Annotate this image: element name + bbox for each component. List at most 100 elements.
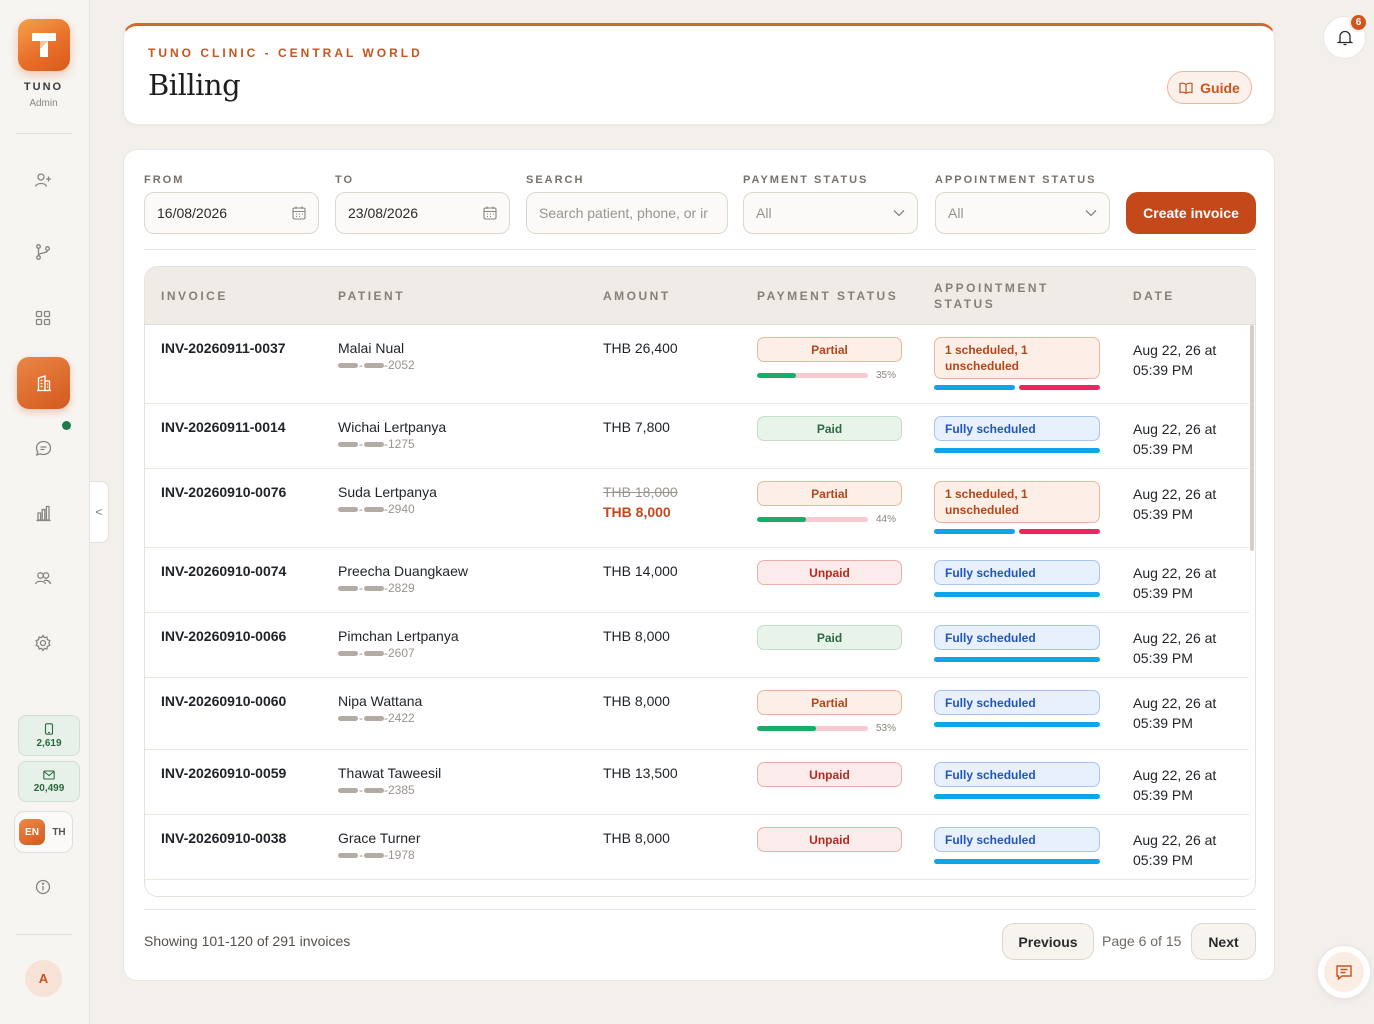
- next-page-button[interactable]: Next: [1191, 923, 1256, 960]
- bar-chart-icon[interactable]: [29, 499, 57, 527]
- invoice-number[interactable]: INV-20260910-0066: [161, 628, 286, 644]
- masked-digits: [338, 585, 358, 591]
- patient-phone: - -1275: [338, 437, 415, 451]
- divider: [144, 249, 1256, 250]
- table-row[interactable]: INV-20260910-0038 Grace Turner - -1978 THB 8…: [145, 815, 1249, 880]
- invoice-number[interactable]: INV-20260910-0076: [161, 484, 286, 500]
- invoice-date: Aug 22, 26 at 05:39 PM: [1133, 628, 1243, 668]
- date-line: Aug 22, 26 at: [1133, 832, 1217, 848]
- patient-name[interactable]: Thawat Taweesil: [338, 765, 441, 781]
- masked-digits: [364, 715, 384, 721]
- masked-digits: [364, 441, 384, 447]
- sms-credits[interactable]: 2,619: [18, 715, 80, 756]
- masked-digits: [364, 650, 384, 656]
- from-date-field[interactable]: 16/08/2026: [144, 192, 319, 234]
- scheduled-bar: [934, 385, 1015, 390]
- appointment-status-badge: Fully scheduled: [934, 827, 1100, 852]
- col-payment-status[interactable]: PAYMENT STATUS: [757, 288, 898, 304]
- search-label: SEARCH: [526, 174, 585, 186]
- payment-status-select[interactable]: All: [743, 192, 918, 234]
- appointment-status-badge: Fully scheduled: [934, 762, 1100, 787]
- table-row[interactable]: INV-20260910-0059 Thawat Taweesil - -2385 TH…: [145, 750, 1249, 815]
- sidebar: TUNO Admin 2,619 20,499 EN TH A: [0, 0, 90, 1024]
- info-icon[interactable]: [29, 873, 57, 901]
- invoice-number[interactable]: INV-20260910-0060: [161, 693, 286, 709]
- support-chat-button[interactable]: [1317, 945, 1371, 999]
- patient-name[interactable]: Suda Lertpanya: [338, 484, 437, 500]
- patient-name[interactable]: Preecha Duangkaew: [338, 563, 468, 579]
- calendar-icon: [483, 206, 497, 220]
- table-row[interactable]: INV-20260911-0014 Wichai Lertpanya - -1275 T…: [145, 404, 1249, 469]
- patient-name[interactable]: Pimchan Lertpanya: [338, 628, 459, 644]
- invoice-amount: THB 8,000: [603, 628, 670, 644]
- col-date[interactable]: DATE: [1133, 288, 1175, 304]
- payment-status-badge: Paid: [757, 625, 902, 650]
- table-row[interactable]: INV-20260910-0060 Nipa Wattana - -2422 THB 8…: [145, 678, 1249, 750]
- invoice-date: Aug 22, 26 at 05:39 PM: [1133, 484, 1243, 524]
- lang-en-button[interactable]: EN: [19, 819, 45, 845]
- invoice-number[interactable]: INV-20260910-0074: [161, 563, 286, 579]
- date-line: Aug 22, 26 at: [1133, 630, 1217, 646]
- time-line: 05:39 PM: [1133, 441, 1193, 457]
- support-chat-inner: [1324, 952, 1364, 992]
- invoice-number[interactable]: INV-20260910-0038: [161, 830, 286, 846]
- appointment-status-badge: Fully scheduled: [934, 690, 1100, 715]
- previous-page-button[interactable]: Previous: [1002, 923, 1094, 960]
- sidebar-collapse-button[interactable]: <: [90, 481, 109, 543]
- tuno-logo[interactable]: [18, 19, 70, 71]
- scheduled-bar: [934, 448, 1100, 453]
- gear-icon[interactable]: [29, 629, 57, 657]
- chat-icon[interactable]: [29, 434, 57, 462]
- online-status-dot: [62, 421, 71, 430]
- patient-name[interactable]: Grace Turner: [338, 830, 420, 846]
- invoice-number[interactable]: INV-20260910-0059: [161, 765, 286, 781]
- patient-name[interactable]: Wichai Lertpanya: [338, 419, 446, 435]
- col-invoice[interactable]: INVOICE: [161, 288, 228, 304]
- masked-digits: [338, 441, 358, 447]
- pagination-summary: Showing 101-120 of 291 invoices: [144, 933, 351, 949]
- email-credits[interactable]: 20,499: [18, 761, 80, 802]
- users-icon[interactable]: [29, 564, 57, 592]
- time-line: 05:39 PM: [1133, 650, 1193, 666]
- guide-button[interactable]: Guide: [1167, 71, 1252, 104]
- date-line: Aug 22, 26 at: [1133, 767, 1217, 783]
- brand-role: Admin: [29, 98, 58, 109]
- page-header: TUNO CLINIC - CENTRAL WORLD Billing Guid…: [123, 23, 1275, 125]
- date-line: Aug 22, 26 at: [1133, 486, 1217, 502]
- payment-progress-fill: [757, 517, 806, 522]
- col-appointment-status[interactable]: APPOINTMENT STATUS: [934, 280, 1074, 312]
- col-amount[interactable]: AMOUNT: [603, 288, 671, 304]
- invoice-number[interactable]: INV-20260911-0037: [161, 340, 286, 356]
- table-row[interactable]: INV-20260910-0066 Pimchan Lertpanya - -2607…: [145, 613, 1249, 678]
- payment-progress-percent: 53%: [876, 723, 897, 734]
- date-line: Aug 22, 26 at: [1133, 565, 1217, 581]
- sidebar-divider: [16, 133, 72, 134]
- masked-digits: [364, 787, 384, 793]
- masked-digits: [338, 852, 358, 858]
- grid-icon[interactable]: [29, 304, 57, 332]
- table-row[interactable]: INV-20260910-0076 Suda Lertpanya - -2940 THB…: [145, 469, 1249, 548]
- invoice-number[interactable]: INV-20260911-0014: [161, 419, 286, 435]
- nav-billing-active[interactable]: [17, 357, 70, 409]
- col-patient[interactable]: PATIENT: [338, 288, 405, 304]
- create-invoice-button[interactable]: Create invoice: [1126, 192, 1256, 234]
- table-scrollbar[interactable]: [1250, 325, 1254, 551]
- table-row[interactable]: INV-20260910-0074 Preecha Duangkaew - -2829…: [145, 548, 1249, 613]
- phone-suffix: -2052: [384, 358, 415, 372]
- lang-th-button[interactable]: TH: [49, 819, 69, 845]
- time-line: 05:39 PM: [1133, 362, 1193, 378]
- patient-name[interactable]: Malai Nual: [338, 340, 404, 356]
- phone-suffix: -2385: [384, 783, 415, 797]
- from-date-value: 16/08/2026: [157, 205, 228, 221]
- table-row[interactable]: INV-20260911-0037 Malai Nual - -2052 THB 26,…: [145, 325, 1249, 404]
- patient-name[interactable]: Nipa Wattana: [338, 693, 422, 709]
- branch-icon[interactable]: [29, 238, 57, 266]
- clinic-name: TUNO CLINIC - CENTRAL WORLD: [148, 46, 423, 60]
- search-input[interactable]: Search patient, phone, or ir: [526, 192, 728, 234]
- invoice-amount: THB 7,800: [603, 419, 670, 435]
- to-date-field[interactable]: 23/08/2026: [335, 192, 510, 234]
- appointment-status-select[interactable]: All: [935, 192, 1110, 234]
- avatar[interactable]: A: [25, 960, 62, 997]
- user-plus-icon[interactable]: [29, 166, 57, 194]
- masked-digits: [338, 715, 358, 721]
